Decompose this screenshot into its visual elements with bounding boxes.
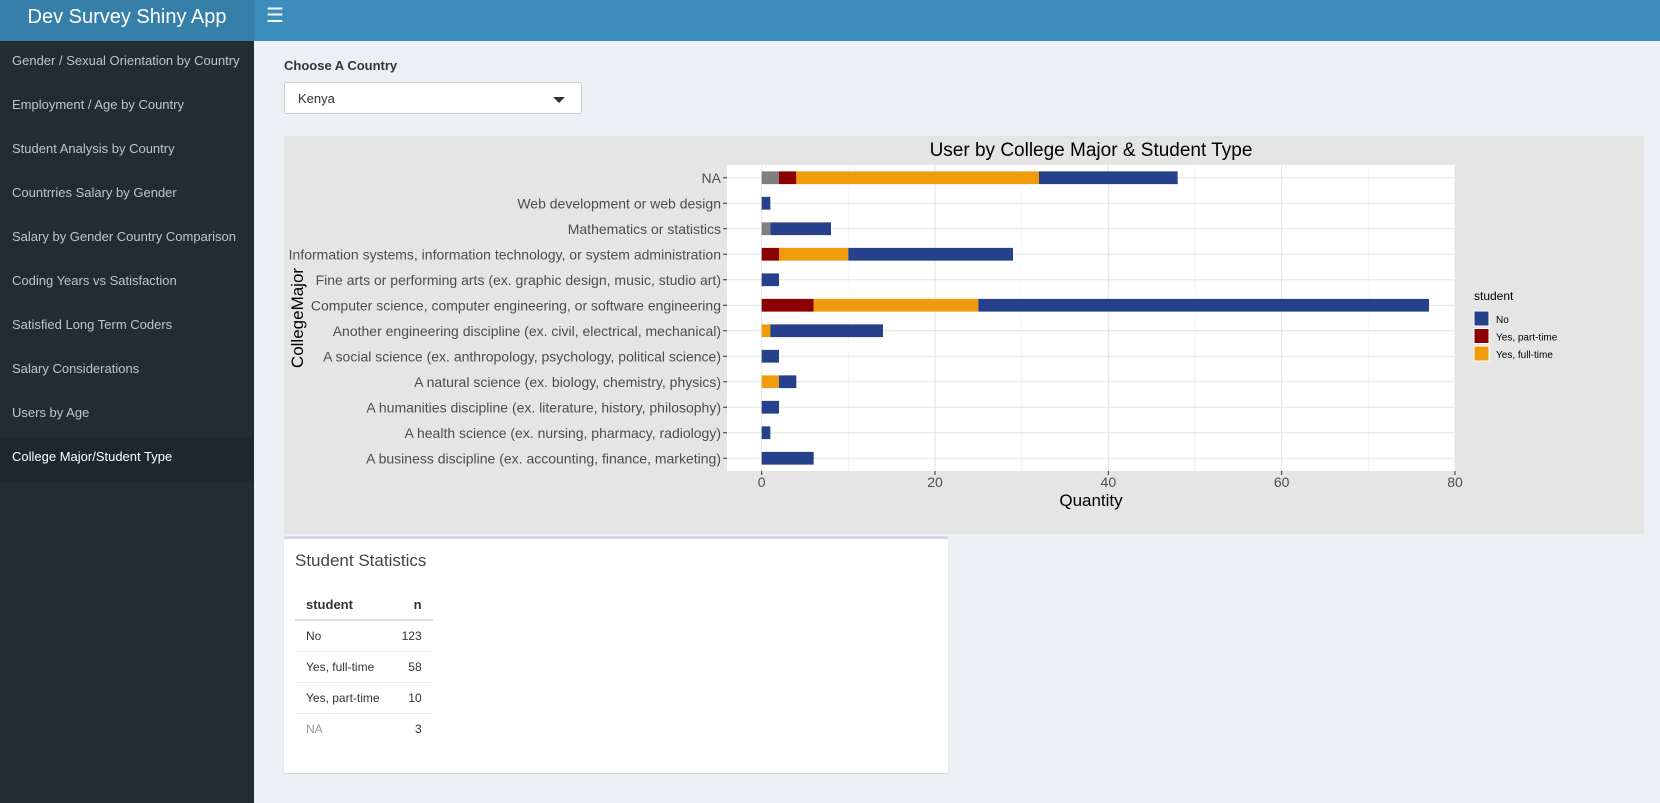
bar-segment (848, 247, 1013, 261)
stats-cell-student: No (295, 620, 391, 652)
table-row: NA 3 (295, 714, 433, 745)
legend-title: student (1474, 289, 1514, 303)
stats-cell-student: Yes, full-time (295, 651, 391, 683)
table-row: Yes, part-time 10 (295, 682, 433, 714)
y-tick-label: Fine arts or performing arts (ex. graphi… (316, 272, 721, 288)
y-tick-label: A business discipline (ex. accounting, f… (366, 450, 721, 466)
y-tick-label: Information systems, information technol… (289, 246, 721, 262)
stats-cell-student: NA (306, 722, 323, 736)
bar-segment (1039, 171, 1178, 185)
chart-svg: 0 20 40 60 80 NA Web development or web design… (288, 140, 1558, 510)
bar-segment (779, 375, 797, 389)
stats-cell-n: 58 (390, 651, 433, 683)
bar-segment (761, 171, 779, 185)
stats-title: Student Statistics (295, 551, 427, 570)
bar-segment (761, 349, 779, 363)
table-row: No 123 (295, 620, 433, 652)
bar-segment (761, 222, 771, 236)
stats-header-n: n (390, 590, 433, 621)
sidebar-item-long-term-coders[interactable]: Satisfied Long Term Coders (0, 305, 254, 349)
y-tick-label: A social science (ex. anthropology, psyc… (323, 348, 721, 364)
legend-key (1473, 345, 1490, 362)
bar-segment (761, 298, 814, 312)
country-select[interactable]: Kenya (284, 82, 582, 114)
legend-key (1473, 310, 1490, 327)
sidebar-item-employment-age[interactable]: Employment / Age by Country (0, 85, 254, 129)
stats-cell-student: Yes, part-time (295, 682, 391, 714)
stats-cell-n: 123 (390, 620, 433, 652)
stats-cell-n: 3 (414, 722, 422, 736)
app-title[interactable]: Dev Survey Shiny App (0, 0, 254, 41)
sidebar-toggle-icon[interactable]: ☰ (266, 4, 284, 28)
table-row: Yes, full-time 58 (295, 651, 433, 683)
chevron-down-icon[interactable] (553, 97, 565, 103)
y-tick-label: Web development or web design (517, 195, 721, 211)
bar-segment (978, 298, 1429, 312)
plot-panel (727, 165, 1455, 471)
legend-label: Yes, full-time (1496, 350, 1553, 361)
college-major-chart: 0 20 40 60 80 NA Web development or web design… (284, 136, 1644, 534)
student-stats-box: Student Statistics student n No 123 Yes,… (284, 536, 948, 773)
bar-segment (761, 196, 771, 210)
bar-segment (761, 324, 771, 338)
bar-segment (761, 451, 814, 465)
x-tick-label: 80 (1447, 474, 1463, 490)
chart-title: User by College Major & Student Type (930, 140, 1253, 161)
bar-segment (761, 426, 771, 440)
top-navbar: Dev Survey Shiny App ☰ (0, 0, 1660, 41)
y-tick-label: A health science (ex. nursing, pharmacy,… (405, 425, 721, 441)
y-tick-label: Mathematics or statistics (568, 221, 721, 237)
bar-segment (761, 375, 779, 389)
bar-segment (796, 171, 1039, 185)
x-tick-label: 0 (758, 474, 766, 490)
sidebar-item-college-major[interactable]: College Major/Student Type (0, 437, 254, 481)
country-select-value: Kenya (298, 91, 335, 106)
country-select-label: Choose A Country (284, 58, 398, 73)
sidebar-item-salary-country-comparison[interactable]: Salary by Gender Country Comparison (0, 217, 254, 261)
y-tick-label: A natural science (ex. biology, chemistr… (414, 374, 721, 390)
y-tick-label: A humanities discipline (ex. literature,… (366, 399, 721, 415)
sidebar-item-users-by-age[interactable]: Users by Age (0, 393, 254, 437)
y-tick-label: Computer science, computer engineering, … (311, 297, 721, 313)
sidebar-item-salary-by-gender[interactable]: Countrries Salary by Gender (0, 173, 254, 217)
stats-header-row: student n (295, 590, 433, 621)
legend-key (1473, 328, 1490, 344)
y-tick-label: NA (702, 170, 722, 186)
stats-cell-n: 10 (390, 682, 433, 714)
bar-segment (761, 273, 779, 287)
bar-segment (761, 400, 779, 414)
main-content: Choose A Country Kenya 0 20 40 60 80 NA Web de… (254, 41, 1660, 803)
bar-segment (770, 222, 831, 236)
x-tick-label: 20 (927, 474, 943, 490)
legend-label: Yes, part-time (1496, 333, 1558, 344)
y-axis-title: CollegeMajor (288, 268, 307, 368)
stats-header-student: student (295, 590, 391, 621)
y-tick-label: Another engineering discipline (ex. civi… (333, 323, 721, 339)
bar-segment (779, 247, 849, 261)
bar-segment (779, 171, 797, 185)
sidebar-item-coding-years[interactable]: Coding Years vs Satisfaction (0, 261, 254, 305)
stats-table: student n No 123 Yes, full-time 58 Yes, … (295, 590, 433, 744)
x-axis-title: Quantity (1059, 491, 1123, 510)
legend-label: No (1496, 315, 1509, 326)
bar-segment (813, 298, 979, 312)
x-tick-label: 60 (1274, 474, 1290, 490)
bar-segment (770, 324, 883, 338)
bar-segment (761, 247, 779, 261)
sidebar-item-student-analysis[interactable]: Student Analysis by Country (0, 129, 254, 173)
sidebar-item-salary-considerations[interactable]: Salary Considerations (0, 349, 254, 393)
sidebar: Gender / Sexual Orientation by Country E… (0, 41, 254, 803)
sidebar-item-gender-orientation[interactable]: Gender / Sexual Orientation by Country (0, 41, 254, 85)
x-tick-label: 40 (1101, 474, 1117, 490)
